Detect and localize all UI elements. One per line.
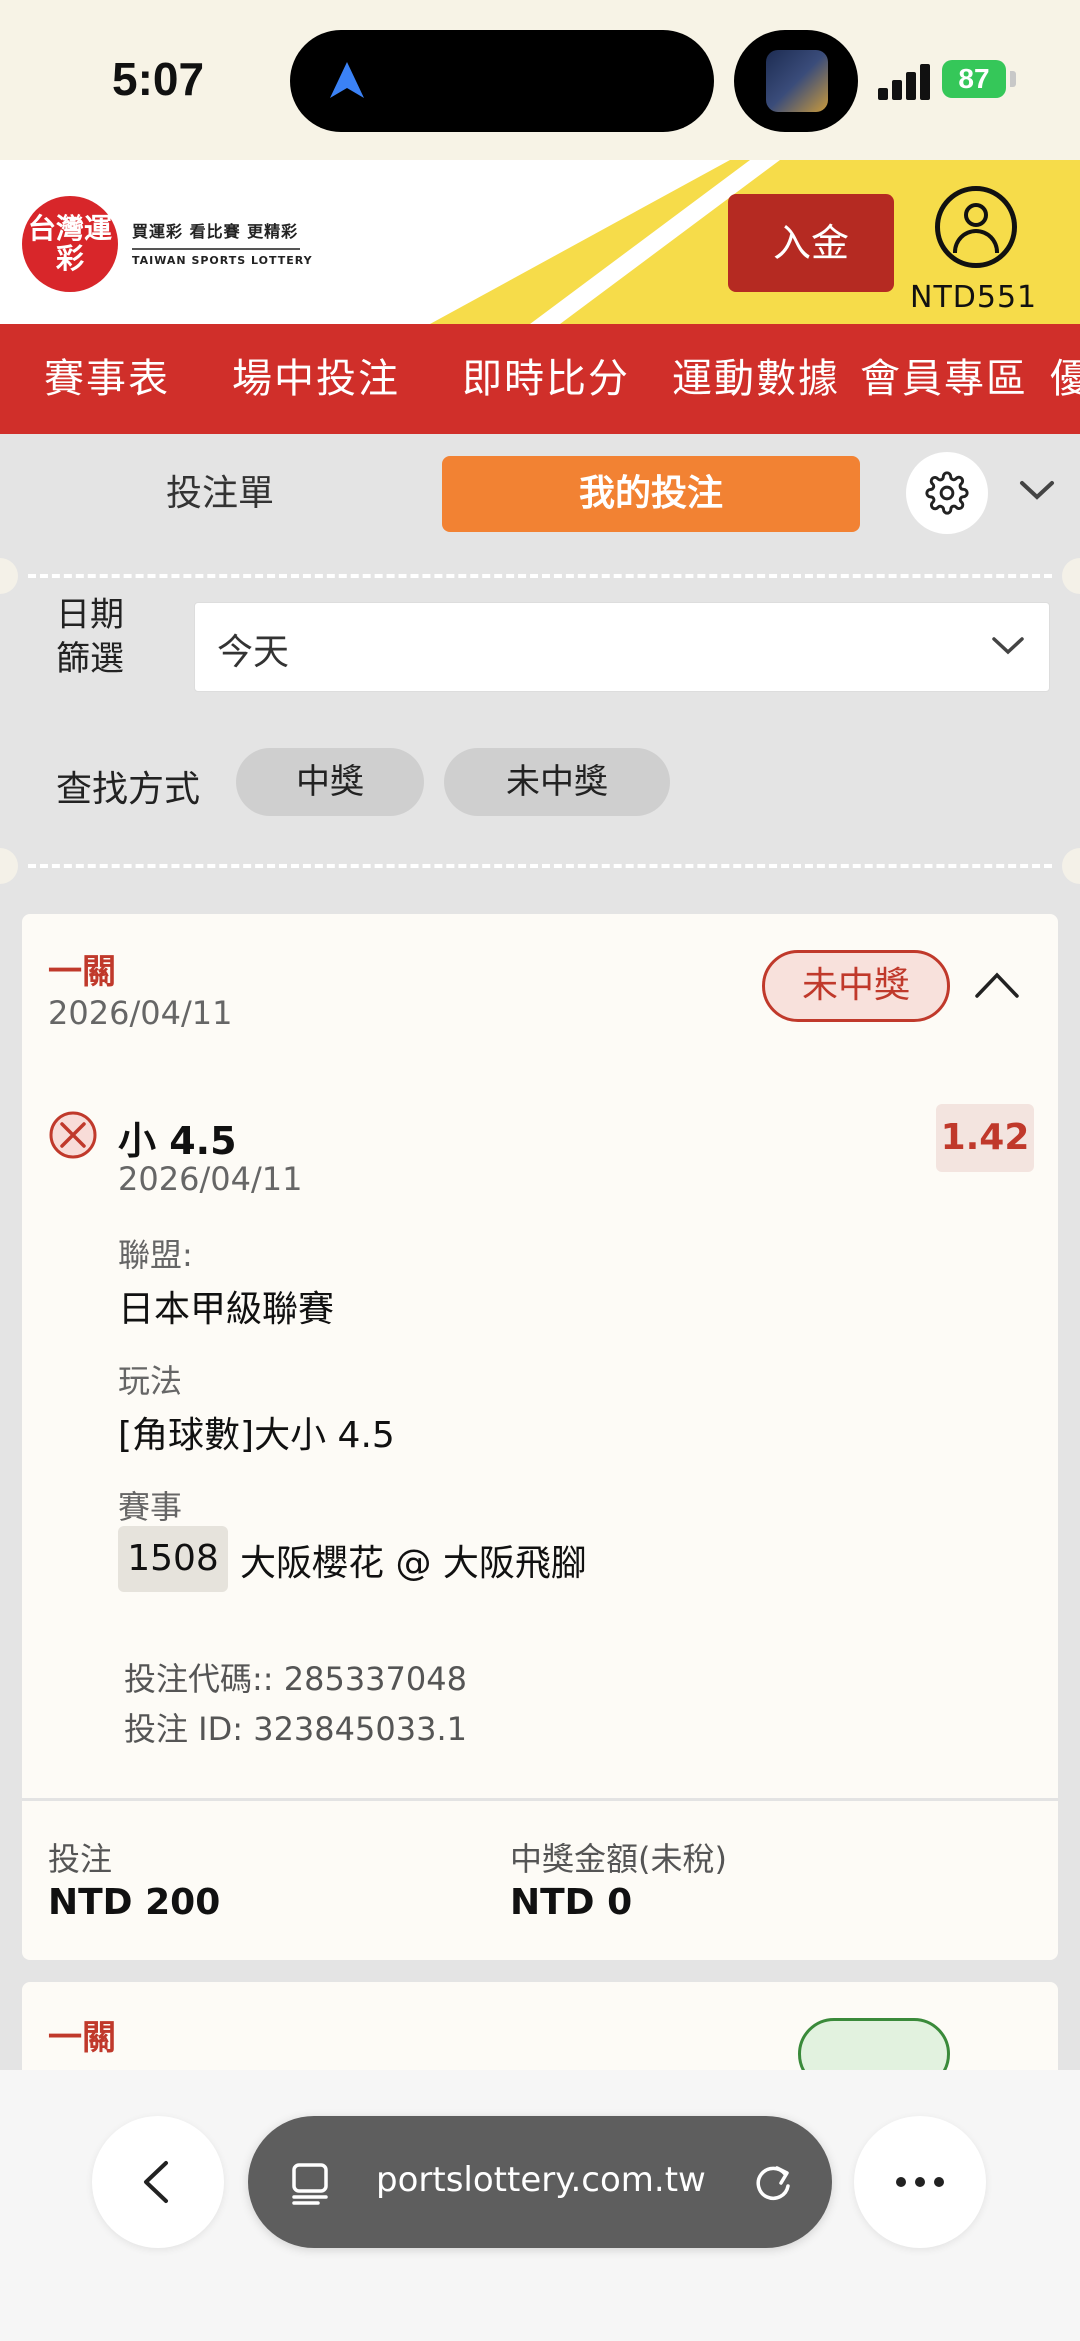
settings-button[interactable] — [906, 452, 988, 534]
reload-icon[interactable] — [748, 2156, 798, 2208]
logo-text: 買運彩 看比賽 更精彩 TAIWAN SPORTS LOTTERY — [132, 218, 313, 267]
date-filter-value: 今天 — [217, 632, 290, 673]
more-icon — [896, 2177, 944, 2187]
date-filter-select[interactable]: 今天 — [194, 602, 1050, 692]
filter-chip-lost[interactable]: 未中獎 — [444, 748, 670, 816]
nav-item-live-scores[interactable]: 即時比分 — [462, 324, 630, 434]
account-balance: NTD551 — [910, 280, 1038, 315]
market-label: 玩法 — [118, 1362, 183, 1400]
logo-tagline: 買運彩 看比賽 更精彩 — [132, 222, 299, 241]
payout-value: NTD 0 — [510, 1882, 633, 1923]
bet-card: 一關 2026/04/11 未中獎 小 4.5 2026/04/11 1.42 … — [22, 914, 1058, 1960]
battery-tip — [1010, 71, 1016, 87]
deposit-button[interactable]: 入金 — [728, 194, 894, 292]
bet-card: 一關 — [22, 1982, 1058, 2070]
nav-item-schedule[interactable]: 賽事表 — [44, 324, 170, 434]
nav-item-offers[interactable]: 優 — [1050, 324, 1080, 434]
nav-item-sports-data[interactable]: 運動數據 — [672, 324, 840, 434]
signal-icon — [878, 62, 930, 100]
date-filter-label-bottom: 篩選 — [56, 639, 124, 679]
bet-code: 投注代碼:: 285337048 — [124, 1660, 467, 1698]
main-nav: 賽事表 場中投注 即時比分 運動數據 會員專區 優 — [0, 324, 1080, 434]
filter-chip-won[interactable]: 中獎 — [236, 748, 424, 816]
gear-icon — [925, 471, 969, 515]
location-arrow-icon — [330, 62, 364, 98]
tab-my-bets[interactable]: 我的投注 — [442, 456, 860, 532]
nav-item-member-zone[interactable]: 會員專區 — [860, 324, 1028, 434]
logo[interactable]: 台灣運彩 — [22, 196, 118, 292]
chevron-down-icon[interactable] — [1018, 478, 1056, 502]
status-badge — [798, 2018, 950, 2070]
bet-date: 2026/04/11 — [48, 994, 233, 1032]
stake-label: 投注 — [48, 1840, 113, 1878]
close-circle-icon — [49, 1111, 97, 1159]
back-icon — [144, 2161, 168, 2203]
selection-name: 小 4.5 — [118, 1119, 237, 1163]
logo-english: TAIWAN SPORTS LOTTERY — [132, 254, 313, 267]
payout-label: 中獎金額(未稅) — [510, 1840, 727, 1878]
profile-icon[interactable] — [935, 186, 1017, 268]
logo-divider — [132, 248, 300, 250]
match-name: 大阪櫻花 @ 大阪飛腳 — [240, 1543, 587, 1584]
more-button[interactable] — [854, 2116, 986, 2248]
bet-type: 一關 — [48, 952, 116, 992]
stake-value: NTD 200 — [48, 1882, 221, 1923]
site-header: 台灣運彩 買運彩 看比賽 更精彩 TAIWAN SPORTS LOTTERY 入… — [0, 160, 1080, 324]
ticket-notch — [0, 558, 18, 594]
ticket-notch — [0, 848, 18, 884]
bet-id: 投注 ID: 323845033.1 — [124, 1710, 467, 1748]
odds-badge: 1.42 — [936, 1104, 1034, 1172]
browser-toolbar: portslottery.com.tw — [0, 2070, 1080, 2341]
league-value: 日本甲級聯賽 — [118, 1289, 335, 1330]
url-text: portslottery.com.tw — [376, 2160, 706, 2200]
nav-item-live-betting[interactable]: 場中投注 — [232, 324, 400, 434]
divider — [28, 574, 1052, 578]
match-id-badge: 1508 — [118, 1526, 228, 1592]
dynamic-island — [290, 30, 714, 132]
card-divider — [22, 1798, 1058, 1801]
chevron-down-icon — [992, 637, 1024, 655]
match-label: 賽事 — [118, 1488, 183, 1526]
date-filter-label-top: 日期 — [56, 595, 124, 635]
league-label: 聯盟: — [118, 1236, 193, 1274]
bet-panel-tabs: 投注單 我的投注 — [0, 434, 1080, 558]
status-badge: 未中獎 — [762, 950, 950, 1022]
status-time: 5:07 — [112, 53, 205, 105]
ticket-notch — [1062, 558, 1080, 594]
status-bar: 5:07 87 — [0, 0, 1080, 160]
bet-type: 一關 — [48, 2018, 116, 2058]
address-bar[interactable]: portslottery.com.tw — [248, 2116, 832, 2248]
ticket-notch — [1062, 848, 1080, 884]
now-playing-island — [734, 30, 858, 132]
selection-date: 2026/04/11 — [118, 1160, 303, 1198]
market-value: [角球數]大小 4.5 — [118, 1415, 395, 1456]
now-playing-thumbnail — [766, 50, 828, 112]
tab-betslip[interactable]: 投注單 — [90, 456, 350, 532]
battery-icon: 87 — [942, 60, 1006, 98]
tabs-icon — [292, 2163, 328, 2205]
chevron-up-icon[interactable] — [974, 970, 1020, 1000]
search-method-label: 查找方式 — [56, 769, 201, 810]
back-button[interactable] — [92, 2116, 224, 2248]
bet-panel: 投注單 我的投注 日期 篩選 今天 查找方式 中獎 未中獎 一關 2026/04… — [0, 434, 1080, 2070]
divider — [28, 864, 1052, 868]
